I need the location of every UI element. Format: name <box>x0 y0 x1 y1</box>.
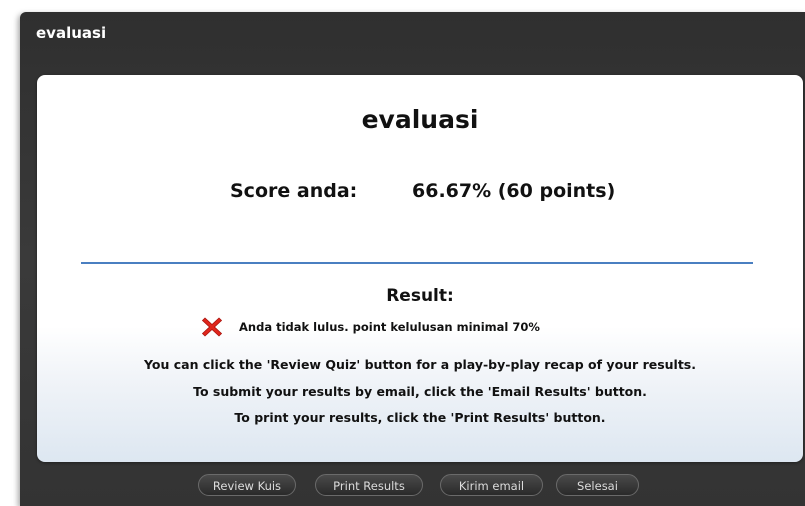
result-heading: Result: <box>386 286 454 306</box>
finish-button[interactable]: Selesai <box>556 474 639 496</box>
info-review-line: You can click the 'Review Quiz' button f… <box>144 357 696 372</box>
results-panel: evaluasi Score anda: 66.67% (60 points) … <box>37 75 803 462</box>
button-bar: Review Kuis Print Results Kirim email Se… <box>20 469 805 499</box>
review-quiz-button[interactable]: Review Kuis <box>198 474 296 496</box>
quiz-title: evaluasi <box>361 105 479 134</box>
title-bar: evaluasi <box>20 12 805 48</box>
window-title: evaluasi <box>36 24 107 42</box>
print-results-button[interactable]: Print Results <box>315 474 423 496</box>
score-label: Score anda: <box>230 180 358 202</box>
divider <box>81 262 753 264</box>
fail-message: Anda tidak lulus. point kelulusan minima… <box>239 320 540 334</box>
quiz-window: evaluasi evaluasi Score anda: 66.67% (60… <box>20 12 805 506</box>
info-email-line: To submit your results by email, click t… <box>193 384 647 399</box>
score-value: 66.67% (60 points) <box>412 180 616 202</box>
red-x-icon <box>201 317 223 337</box>
email-results-button[interactable]: Kirim email <box>440 474 543 496</box>
info-print-line: To print your results, click the 'Print … <box>234 410 606 425</box>
